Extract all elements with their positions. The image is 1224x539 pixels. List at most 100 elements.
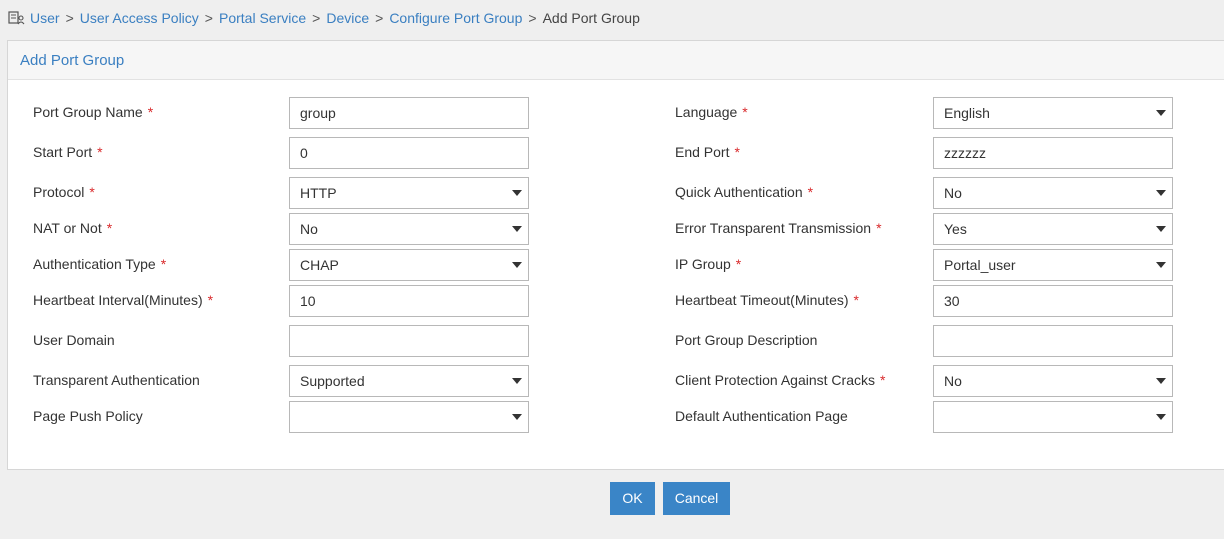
- end-port-label: End Port *: [675, 144, 740, 160]
- required-mark: *: [89, 184, 95, 200]
- page-push-policy-label-text: Page Push Policy: [33, 408, 143, 424]
- port-group-description-input[interactable]: [933, 325, 1173, 357]
- chevron-down-icon: [1156, 110, 1166, 116]
- port-group-name-label-text: Port Group Name: [33, 104, 143, 120]
- language-select[interactable]: English: [933, 97, 1173, 129]
- breadcrumb-portal-service[interactable]: Portal Service: [219, 10, 306, 26]
- heartbeat-timeout-minutes-label: Heartbeat Timeout(Minutes) *: [675, 292, 859, 308]
- page-push-policy-select[interactable]: [289, 401, 529, 433]
- transparent-authentication-value: Supported: [300, 373, 365, 389]
- start-port-label-text: Start Port: [33, 144, 93, 160]
- language-label: Language *: [675, 104, 748, 120]
- ok-button[interactable]: OK: [610, 482, 655, 515]
- protocol-select[interactable]: HTTP: [289, 177, 529, 209]
- heartbeat-timeout-minutes-value: 30: [944, 293, 960, 309]
- start-port-value: 0: [300, 145, 308, 161]
- start-port-label: Start Port *: [33, 144, 103, 160]
- authentication-type-select[interactable]: CHAP: [289, 249, 529, 281]
- required-mark: *: [734, 144, 740, 160]
- breadcrumb-separator: >: [312, 10, 321, 26]
- client-protection-against-cracks-select[interactable]: No: [933, 365, 1173, 397]
- breadcrumb-user-access-policy[interactable]: User Access Policy: [80, 10, 199, 26]
- client-protection-against-cracks-value: No: [944, 373, 962, 389]
- protocol-label-text: Protocol: [33, 184, 85, 200]
- breadcrumb-current: Add Port Group: [542, 10, 640, 26]
- nat-or-not-label: NAT or Not *: [33, 220, 112, 236]
- required-mark: *: [160, 256, 167, 272]
- port-group-name-value: group: [300, 105, 336, 121]
- required-mark: *: [876, 220, 882, 236]
- default-authentication-page-select[interactable]: [933, 401, 1173, 433]
- port-group-description-label-text: Port Group Description: [675, 332, 818, 348]
- language-label-text: Language: [675, 104, 738, 120]
- user-domain-label-text: User Domain: [33, 332, 115, 348]
- chevron-down-icon: [512, 190, 522, 196]
- nat-or-not-value: No: [300, 221, 318, 237]
- transparent-authentication-label-text: Transparent Authentication: [33, 372, 200, 388]
- heartbeat-timeout-minutes-input[interactable]: 30: [933, 285, 1173, 317]
- chevron-down-icon: [512, 226, 522, 232]
- required-mark: *: [207, 292, 214, 308]
- protocol-label: Protocol *: [33, 184, 95, 200]
- ip-group-value: Portal_user: [944, 257, 1016, 273]
- quick-authentication-label: Quick Authentication *: [675, 184, 813, 200]
- start-port-input[interactable]: 0: [289, 137, 529, 169]
- nat-or-not-select[interactable]: No: [289, 213, 529, 245]
- authentication-type-value: CHAP: [300, 257, 339, 273]
- error-transparent-transmission-label-text: Error Transparent Transmission: [675, 220, 872, 236]
- breadcrumb-user[interactable]: User: [30, 10, 60, 26]
- required-mark: *: [879, 372, 886, 388]
- ip-group-label: IP Group *: [675, 256, 741, 272]
- required-mark: *: [106, 220, 113, 236]
- error-transparent-transmission-label: Error Transparent Transmission *: [675, 220, 882, 236]
- protocol-value: HTTP: [300, 185, 337, 201]
- breadcrumb-device[interactable]: Device: [326, 10, 369, 26]
- default-authentication-page-label: Default Authentication Page: [675, 408, 848, 424]
- required-mark: *: [742, 104, 748, 120]
- user-domain-label: User Domain: [33, 332, 115, 348]
- breadcrumb: User > User Access Policy > Portal Servi…: [8, 8, 640, 28]
- chevron-down-icon: [1156, 226, 1166, 232]
- error-transparent-transmission-value: Yes: [944, 221, 967, 237]
- port-group-name-label: Port Group Name *: [33, 104, 153, 120]
- authentication-type-label: Authentication Type *: [33, 256, 166, 272]
- ip-group-label-text: IP Group: [675, 256, 731, 272]
- cancel-button[interactable]: Cancel: [663, 482, 730, 515]
- chevron-down-icon: [512, 262, 522, 268]
- chevron-down-icon: [1156, 190, 1166, 196]
- breadcrumb-separator: >: [204, 10, 213, 26]
- chevron-down-icon: [1156, 378, 1166, 384]
- default-authentication-page-label-text: Default Authentication Page: [675, 408, 848, 424]
- quick-authentication-select[interactable]: No: [933, 177, 1173, 209]
- ip-group-select[interactable]: Portal_user: [933, 249, 1173, 281]
- client-protection-against-cracks-label-text: Client Protection Against Cracks: [675, 372, 875, 388]
- transparent-authentication-select[interactable]: Supported: [289, 365, 529, 397]
- add-port-group-panel: Add Port Group Port Group Name * group Star…: [7, 40, 1224, 470]
- language-value: English: [944, 105, 990, 121]
- heartbeat-timeout-minutes-label-text: Heartbeat Timeout(Minutes): [675, 292, 849, 308]
- user-domain-input[interactable]: [289, 325, 529, 357]
- user-menu-icon: [8, 10, 26, 26]
- chevron-down-icon: [1156, 414, 1166, 420]
- nat-or-not-label-text: NAT or Not: [33, 220, 102, 236]
- quick-authentication-value: No: [944, 185, 962, 201]
- quick-authentication-label-text: Quick Authentication: [675, 184, 803, 200]
- required-mark: *: [735, 256, 742, 272]
- breadcrumb-configure-port-group[interactable]: Configure Port Group: [389, 10, 522, 26]
- required-mark: *: [807, 184, 814, 200]
- heartbeat-interval-minutes-label: Heartbeat Interval(Minutes) *: [33, 292, 213, 308]
- chevron-down-icon: [512, 378, 522, 384]
- end-port-input[interactable]: zzzzzz: [933, 137, 1173, 169]
- heartbeat-interval-minutes-input[interactable]: 10: [289, 285, 529, 317]
- transparent-authentication-label: Transparent Authentication: [33, 372, 200, 388]
- port-group-name-input[interactable]: group: [289, 97, 529, 129]
- error-transparent-transmission-select[interactable]: Yes: [933, 213, 1173, 245]
- breadcrumb-separator: >: [375, 10, 384, 26]
- end-port-label-text: End Port: [675, 144, 730, 160]
- heartbeat-interval-minutes-value: 10: [300, 293, 316, 309]
- chevron-down-icon: [1156, 262, 1166, 268]
- client-protection-against-cracks-label: Client Protection Against Cracks *: [675, 372, 885, 388]
- end-port-value: zzzzzz: [944, 145, 986, 161]
- required-mark: *: [147, 104, 154, 120]
- heartbeat-interval-minutes-label-text: Heartbeat Interval(Minutes): [33, 292, 203, 308]
